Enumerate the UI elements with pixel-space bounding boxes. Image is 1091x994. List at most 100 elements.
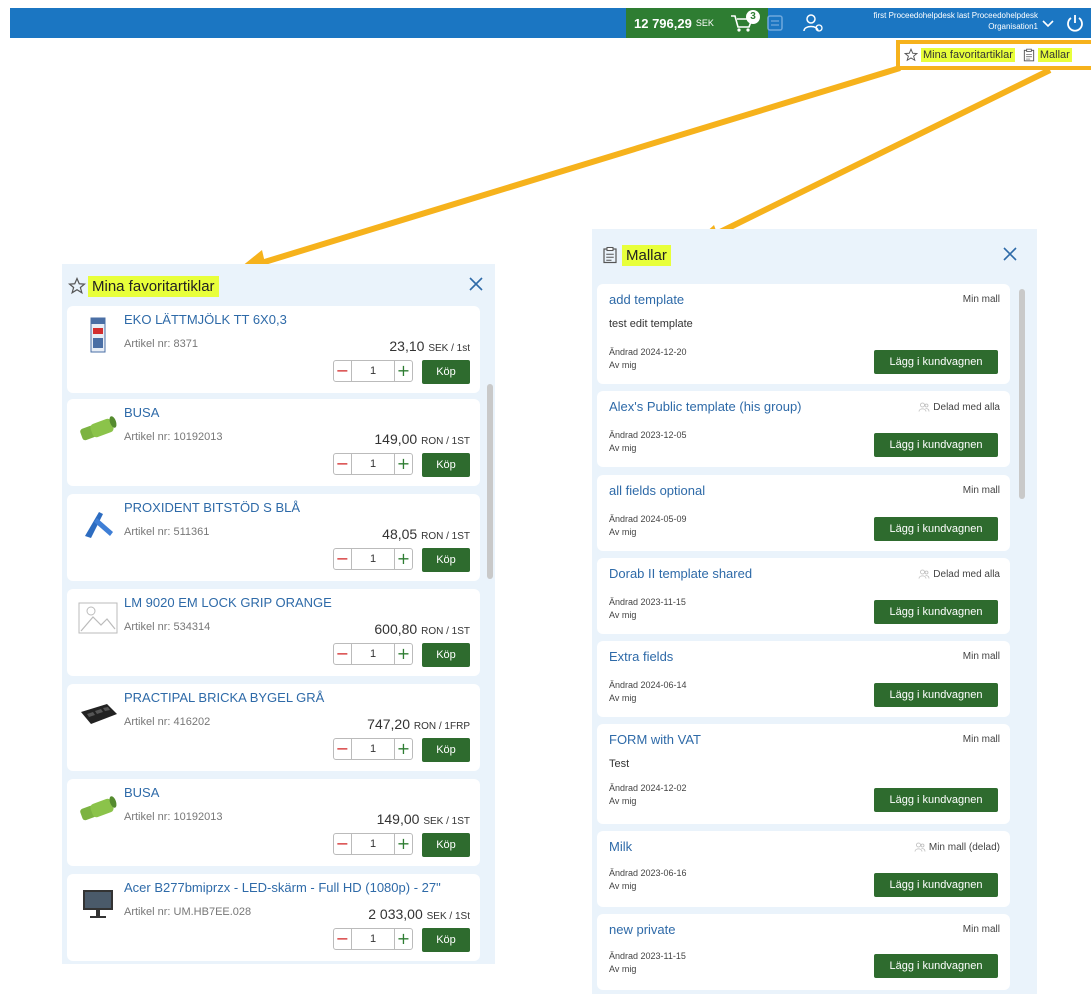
power-icon[interactable]	[1064, 12, 1086, 34]
product-name[interactable]: BUSA	[124, 785, 159, 800]
user-name[interactable]: first Proceedohelpdesk last Proceedohelp…	[816, 10, 1038, 32]
add-to-cart-button[interactable]: Lägg i kundvagnen	[874, 517, 998, 541]
templates-panel-title: Mallar	[622, 244, 671, 266]
price-unit: SEK / 1ST	[423, 816, 470, 827]
template-name[interactable]: new private	[609, 922, 675, 937]
template-type-label: Min mall (delad)	[928, 841, 1000, 853]
price-value: 747,20	[367, 716, 410, 732]
quantity-input[interactable]: 1	[352, 838, 394, 850]
buy-button[interactable]: Köp	[422, 360, 470, 384]
quantity-input[interactable]: 1	[352, 365, 394, 377]
template-author: Av mig	[609, 693, 637, 703]
increase-button[interactable]: +	[394, 549, 412, 569]
price-value: 48,05	[382, 526, 418, 542]
decrease-button[interactable]: −	[334, 361, 352, 381]
product-name[interactable]: Acer B277bmiprzx - LED-skärm - Full HD (…	[124, 880, 441, 895]
product-name[interactable]: PRACTIPAL BRICKA BYGEL GRÅ	[124, 690, 324, 705]
orders-icon[interactable]	[764, 12, 786, 34]
add-to-cart-button[interactable]: Lägg i kundvagnen	[874, 873, 998, 897]
add-to-cart-button[interactable]: Lägg i kundvagnen	[874, 788, 998, 812]
increase-button[interactable]: +	[394, 834, 412, 854]
favorite-item: EKO LÄTTMJÖLK TT 6X0,3 Artikel nr: 8371 …	[67, 306, 480, 393]
template-type-label: Min mall	[962, 651, 1000, 662]
buy-button[interactable]: Köp	[422, 453, 470, 477]
template-name[interactable]: Dorab II template shared	[609, 566, 752, 581]
tray-icon	[81, 704, 117, 724]
close-icon[interactable]	[1001, 245, 1019, 263]
quantity-input[interactable]: 1	[352, 933, 394, 945]
decrease-button[interactable]: −	[334, 549, 352, 569]
add-to-cart-button[interactable]: Lägg i kundvagnen	[874, 600, 998, 624]
quantity-input[interactable]: 1	[352, 648, 394, 660]
buy-button[interactable]: Köp	[422, 643, 470, 667]
decrease-button[interactable]: −	[334, 644, 352, 664]
product-name[interactable]: BUSA	[124, 405, 159, 420]
quantity-stepper: − 1 +	[333, 643, 413, 665]
template-meta: Ändrad 2024-05-09 Av mig	[609, 513, 687, 539]
template-meta: Ändrad 2023-06-16 Av mig	[609, 867, 687, 893]
cart-count-badge: 3	[746, 10, 760, 24]
increase-button[interactable]: +	[394, 361, 412, 381]
hose-fitting-icon	[80, 416, 117, 441]
template-type: Delad med alla	[918, 568, 1000, 580]
product-price: 2 033,00 SEK / 1St	[368, 906, 470, 922]
increase-button[interactable]: +	[394, 739, 412, 759]
product-price: 149,00 SEK / 1ST	[377, 811, 470, 827]
decrease-button[interactable]: −	[334, 454, 352, 474]
template-meta: Ändrad 2023-12-05 Av mig	[609, 429, 687, 455]
template-changed: Ändrad 2024-12-02	[609, 783, 687, 793]
increase-button[interactable]: +	[394, 929, 412, 949]
template-name[interactable]: Extra fields	[609, 649, 673, 664]
product-name[interactable]: LM 9020 EM LOCK GRIP ORANGE	[124, 595, 332, 610]
decrease-button[interactable]: −	[334, 834, 352, 854]
article-number: Artikel nr: UM.HB7EE.028	[124, 906, 252, 918]
template-name[interactable]: FORM with VAT	[609, 732, 701, 747]
favorites-link[interactable]: Mina favoritartiklar	[900, 46, 1019, 64]
increase-button[interactable]: +	[394, 454, 412, 474]
buy-button[interactable]: Köp	[422, 833, 470, 857]
quantity-input[interactable]: 1	[352, 743, 394, 755]
add-to-cart-button[interactable]: Lägg i kundvagnen	[874, 350, 998, 374]
favorites-link-label: Mina favoritartiklar	[921, 48, 1015, 62]
template-meta: Ändrad 2024-12-02 Av mig	[609, 782, 687, 808]
template-name[interactable]: all fields optional	[609, 483, 705, 498]
template-author: Av mig	[609, 527, 637, 537]
template-description: test edit template	[609, 318, 693, 330]
template-name[interactable]: add template	[609, 292, 684, 307]
top-bar: 12 796,29 SEK 3 first Proceedohelpdesk l…	[10, 8, 1091, 38]
quantity-input[interactable]: 1	[352, 458, 394, 470]
decrease-button[interactable]: −	[334, 739, 352, 759]
close-icon[interactable]	[467, 275, 485, 293]
template-name[interactable]: Alex's Public template (his group)	[609, 399, 802, 414]
buy-button[interactable]: Köp	[422, 928, 470, 952]
product-price: 600,80 RON / 1ST	[374, 621, 470, 637]
add-to-cart-button[interactable]: Lägg i kundvagnen	[874, 954, 998, 978]
template-item: new private Min mall Ändrad 2023-11-15 A…	[597, 914, 1010, 990]
buy-button[interactable]: Köp	[422, 548, 470, 572]
price-value: 149,00	[374, 431, 418, 447]
product-price: 23,10 SEK / 1st	[389, 338, 470, 354]
templates-scrollbar[interactable]	[1019, 289, 1025, 499]
quantity-input[interactable]: 1	[352, 553, 394, 565]
template-type-label: Min mall	[962, 924, 1000, 935]
decrease-button[interactable]: −	[334, 929, 352, 949]
add-to-cart-button[interactable]: Lägg i kundvagnen	[874, 433, 998, 457]
favorites-scrollbar[interactable]	[487, 384, 493, 579]
template-description: Test	[609, 758, 630, 770]
clipboard-icon	[1023, 48, 1034, 62]
star-icon	[68, 277, 86, 295]
template-name[interactable]: Milk	[609, 839, 632, 854]
user-organisation: Organisation1	[988, 22, 1038, 31]
product-name[interactable]: PROXIDENT BITSTÖD S BLÅ	[124, 500, 300, 515]
price-value: 23,10	[389, 338, 425, 354]
favorite-item: Acer B277bmiprzx - LED-skärm - Full HD (…	[67, 874, 480, 961]
budget-balance[interactable]: 12 796,29 SEK 3	[626, 8, 768, 38]
add-to-cart-button[interactable]: Lägg i kundvagnen	[874, 683, 998, 707]
buy-button[interactable]: Köp	[422, 738, 470, 762]
template-type: Min mall	[963, 294, 1000, 305]
templates-link[interactable]: Mallar	[1019, 46, 1076, 64]
increase-button[interactable]: +	[394, 644, 412, 664]
product-name[interactable]: EKO LÄTTMJÖLK TT 6X0,3	[124, 312, 287, 327]
favorites-panel-title: Mina favoritartiklar	[88, 275, 219, 297]
chevron-down-icon[interactable]	[1037, 12, 1059, 34]
